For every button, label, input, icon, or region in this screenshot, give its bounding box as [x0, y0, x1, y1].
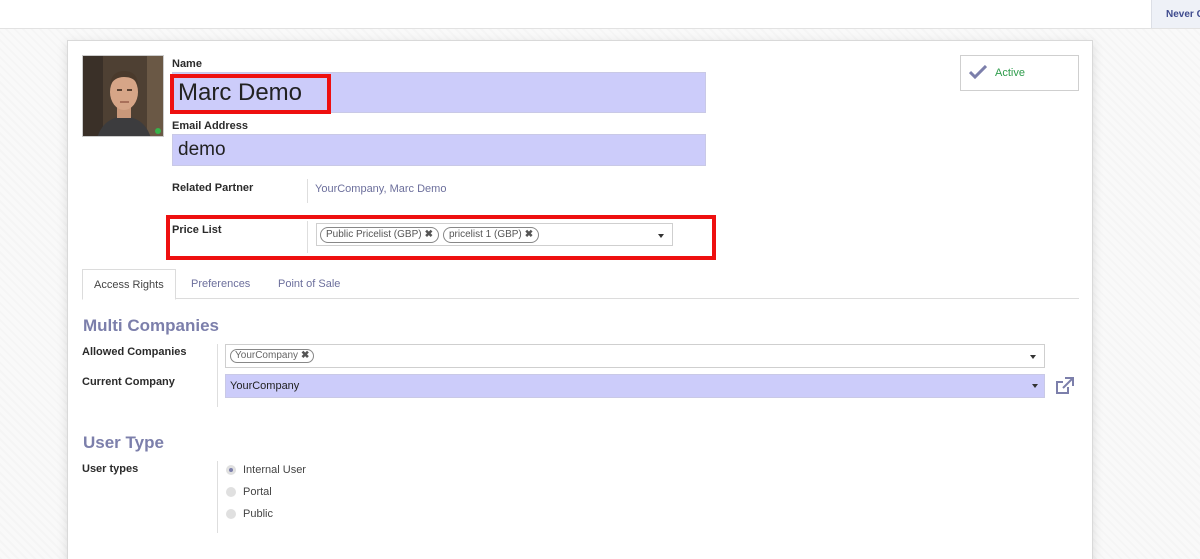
active-label: Active	[995, 67, 1025, 79]
name-highlight-box	[170, 74, 331, 114]
caret-down-icon[interactable]	[1030, 355, 1036, 359]
caret-down-icon[interactable]	[1032, 384, 1038, 388]
radio-label: Portal	[243, 486, 272, 498]
tag-label: YourCompany	[235, 350, 299, 361]
current-company-value: YourCompany	[230, 380, 300, 392]
check-icon	[968, 64, 988, 82]
email-label: Email Address	[172, 120, 249, 132]
current-company-label: Current Company	[82, 376, 175, 388]
email-input[interactable]: demo	[172, 134, 706, 166]
radio-public[interactable]: Public	[226, 508, 273, 520]
price-list-highlight-box	[166, 215, 716, 260]
form-sheet: Name Marc Demo Email Address demo Relate…	[67, 40, 1093, 559]
tab-access-rights[interactable]: Access Rights	[82, 269, 176, 300]
allowed-companies-label: Allowed Companies	[82, 346, 187, 358]
close-icon[interactable]: ✖	[301, 350, 309, 362]
active-toggle-button[interactable]: Active	[960, 55, 1079, 91]
notebook-tabs: Access Rights Preferences Point of Sale	[82, 269, 1079, 300]
related-partner-label: Related Partner	[172, 182, 254, 194]
radio-checked-icon[interactable]	[226, 465, 236, 475]
top-navbar: Never C	[0, 0, 1200, 29]
external-link-icon[interactable]	[1055, 377, 1074, 398]
user-type-heading: User Type	[83, 433, 164, 452]
user-types-label: User types	[82, 463, 139, 475]
tab-point-of-sale[interactable]: Point of Sale	[267, 269, 351, 299]
topbar-status-button[interactable]: Never C	[1151, 0, 1200, 28]
radio-portal[interactable]: Portal	[226, 486, 272, 498]
allowed-companies-select[interactable]: YourCompany ✖	[225, 344, 1045, 368]
multi-companies-heading: Multi Companies	[83, 316, 220, 335]
field-divider	[307, 179, 308, 203]
company-tag: YourCompany ✖	[230, 349, 315, 363]
name-label: Name	[172, 58, 202, 70]
field-divider	[217, 344, 218, 407]
radio-internal-user[interactable]: Internal User	[226, 464, 306, 476]
user-avatar[interactable]	[82, 55, 164, 137]
radio-label: Public	[243, 508, 273, 520]
radio-unchecked-icon[interactable]	[226, 509, 236, 519]
field-divider	[217, 461, 218, 533]
related-partner-link[interactable]: YourCompany, Marc Demo	[315, 183, 446, 195]
current-company-select[interactable]: YourCompany	[225, 374, 1045, 398]
radio-label: Internal User	[243, 464, 306, 476]
tab-preferences[interactable]: Preferences	[180, 269, 261, 299]
radio-unchecked-icon[interactable]	[226, 487, 236, 497]
